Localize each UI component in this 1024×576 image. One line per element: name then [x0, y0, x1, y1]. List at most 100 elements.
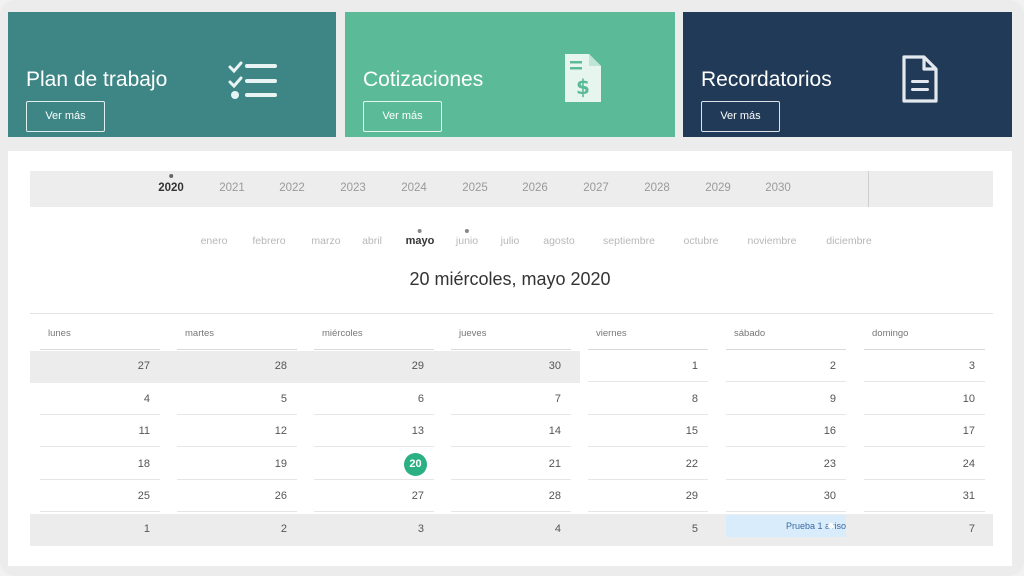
card-title: Cotizaciones: [363, 68, 484, 91]
day-cell[interactable]: 4: [451, 514, 571, 545]
ver-mas-button[interactable]: Ver más: [26, 101, 105, 132]
month-marker-dot: [418, 229, 422, 233]
day-number: 29: [411, 360, 424, 372]
year-item-2024[interactable]: 2024: [401, 182, 427, 194]
day-cell[interactable]: 4: [40, 384, 160, 415]
weekday-underline: [177, 349, 297, 350]
day-cell[interactable]: 1: [40, 514, 160, 545]
day-number: 16: [823, 425, 836, 437]
day-cell[interactable]: 9: [726, 384, 846, 415]
month-item-diciembre[interactable]: diciembre: [826, 235, 872, 247]
day-cell[interactable]: 27: [314, 481, 434, 512]
day-number: 4: [143, 393, 150, 405]
day-number: 30: [823, 490, 836, 502]
month-item-octubre[interactable]: octubre: [683, 235, 718, 247]
day-cell[interactable]: 29: [314, 351, 434, 382]
calendar-event[interactable]: Prueba 1 aviso: [726, 515, 846, 537]
year-item-2020[interactable]: 2020: [158, 174, 184, 194]
day-cell[interactable]: 11: [40, 416, 160, 447]
year-item-2025[interactable]: 2025: [462, 182, 488, 194]
year-item-2026[interactable]: 2026: [522, 182, 548, 194]
document-icon: [901, 54, 939, 109]
day-cell[interactable]: 29: [588, 481, 708, 512]
day-number: 8: [691, 393, 698, 405]
day-cell[interactable]: 10: [864, 384, 985, 415]
month-item-enero[interactable]: enero: [201, 235, 228, 247]
day-number: 14: [548, 425, 561, 437]
weekday-underline: [314, 349, 434, 350]
year-item-2022[interactable]: 2022: [279, 182, 305, 194]
day-cell[interactable]: 26: [177, 481, 297, 512]
day-cell[interactable]: 24: [864, 449, 985, 480]
divider: [30, 313, 993, 314]
month-item-febrero[interactable]: febrero: [252, 235, 285, 247]
month-item-noviembre[interactable]: noviembre: [747, 235, 796, 247]
day-number: 2: [280, 523, 287, 535]
today-indicator: 20: [404, 453, 427, 476]
month-item-septiembre[interactable]: septiembre: [603, 235, 655, 247]
day-cell[interactable]: 8: [588, 384, 708, 415]
ver-mas-button[interactable]: Ver más: [701, 101, 780, 132]
year-selector: 2020 2021 2022 2023 2024 2025 2026 2027 2028 2029…: [30, 171, 993, 207]
day-cell[interactable]: 23: [726, 449, 846, 480]
day-cell[interactable]: 22: [588, 449, 708, 480]
month-item-agosto[interactable]: agosto: [543, 235, 575, 247]
month-item-abril[interactable]: abril: [362, 235, 382, 247]
month-item-mayo[interactable]: mayo: [406, 229, 434, 247]
day-cell[interactable]: 19: [177, 449, 297, 480]
day-number: 3: [968, 360, 975, 372]
year-item-2023[interactable]: 2023: [340, 182, 366, 194]
day-cell[interactable]: 12: [177, 416, 297, 447]
day-cell[interactable]: 7: [451, 384, 571, 415]
day-number: 7: [554, 393, 561, 405]
weekday-header-domingo: domingo: [872, 328, 909, 339]
day-cell[interactable]: 3: [864, 351, 985, 382]
day-number: 5: [691, 523, 698, 535]
day-number: 15: [685, 425, 698, 437]
month-item-julio[interactable]: julio: [501, 235, 520, 247]
day-number: 13: [411, 425, 424, 437]
invoice-dollar-icon: $: [563, 52, 603, 109]
year-item-2021[interactable]: 2021: [219, 182, 245, 194]
day-cell[interactable]: 28: [177, 351, 297, 382]
month-item-marzo[interactable]: marzo: [311, 235, 340, 247]
day-cell[interactable]: 25: [40, 481, 160, 512]
day-cell[interactable]: Prueba 1 aviso: [726, 514, 846, 545]
year-item-2029[interactable]: 2029: [705, 182, 731, 194]
ver-mas-button[interactable]: Ver más: [363, 101, 442, 132]
card-plan-de-trabajo: Plan de trabajo Ver más: [8, 12, 336, 137]
weekday-header-viernes: viernes: [596, 328, 627, 339]
day-number: 11: [138, 425, 150, 437]
day-cell[interactable]: 6: [314, 384, 434, 415]
day-cell[interactable]: 5: [588, 514, 708, 545]
year-item-2027[interactable]: 2027: [583, 182, 609, 194]
day-cell[interactable]: 3: [314, 514, 434, 545]
day-cell[interactable]: 15: [588, 416, 708, 447]
day-cell[interactable]: 30: [451, 351, 571, 382]
year-item-2028[interactable]: 2028: [644, 182, 670, 194]
day-cell[interactable]: 21: [451, 449, 571, 480]
day-cell[interactable]: 16: [726, 416, 846, 447]
day-cell[interactable]: 27: [40, 351, 160, 382]
day-cell[interactable]: 28: [451, 481, 571, 512]
day-cell[interactable]: 20: [314, 449, 434, 480]
day-cell[interactable]: 14: [451, 416, 571, 447]
year-item-2030[interactable]: 2030: [765, 182, 791, 194]
day-number: 9: [829, 393, 836, 405]
day-cell[interactable]: 1: [588, 351, 708, 382]
day-cell[interactable]: 2: [177, 514, 297, 545]
day-number: 6: [417, 393, 424, 405]
day-number: 19: [274, 458, 287, 470]
day-cell[interactable]: 2: [726, 351, 846, 382]
day-cell[interactable]: 13: [314, 416, 434, 447]
weekday-header-jueves: jueves: [459, 328, 487, 339]
day-cell[interactable]: 30: [726, 481, 846, 512]
weekday-header-miércoles: miércoles: [322, 328, 363, 339]
day-cell[interactable]: 5: [177, 384, 297, 415]
day-cell[interactable]: 31: [864, 481, 985, 512]
day-cell[interactable]: 7: [864, 514, 985, 545]
day-cell[interactable]: 18: [40, 449, 160, 480]
day-number: 1: [143, 523, 150, 535]
day-cell[interactable]: 17: [864, 416, 985, 447]
month-item-junio[interactable]: junio: [456, 229, 478, 247]
